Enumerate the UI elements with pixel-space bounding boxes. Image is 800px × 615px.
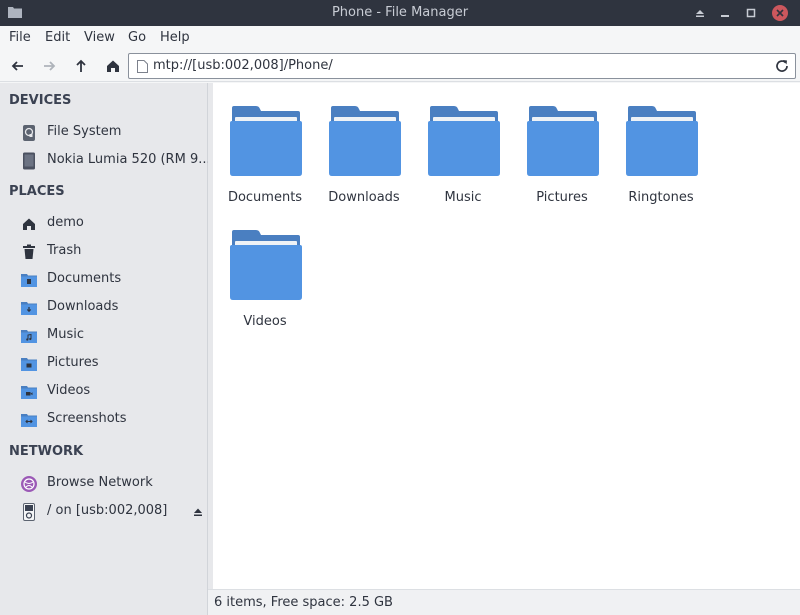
folder-label: Music <box>444 190 482 205</box>
sidebar-item-label: Screenshots <box>47 411 127 426</box>
network-heading: NETWORK <box>9 444 84 459</box>
close-button[interactable] <box>772 5 788 21</box>
menu-help[interactable]: Help <box>160 30 190 45</box>
status-text: 6 items, Free space: 2.5 GB <box>214 595 393 610</box>
folder-tile[interactable]: Pictures <box>512 86 612 205</box>
menu-edit[interactable]: Edit <box>45 30 70 45</box>
sidebar-item-downloads[interactable]: Downloads <box>0 295 207 321</box>
sidebar-item-usb-mount[interactable]: / on [usb:002,008] <box>0 499 207 525</box>
up-button[interactable] <box>70 55 92 77</box>
menu-go[interactable]: Go <box>128 30 146 45</box>
sidebar-item-screenshots[interactable]: Screenshots <box>0 407 207 433</box>
sidebar: DEVICES File System Nokia Lumia 520 (RM … <box>0 83 211 615</box>
folder-icon <box>428 106 500 176</box>
document-icon <box>137 60 148 73</box>
menu-bar: File Edit View Go Help <box>0 26 800 50</box>
folder-icon <box>329 106 401 176</box>
folder-tile[interactable]: Videos <box>215 210 315 329</box>
folder-music-icon <box>21 330 37 343</box>
status-bar: 6 items, Free space: 2.5 GB <box>208 589 800 615</box>
sidebar-item-pictures[interactable]: Pictures <box>0 351 207 377</box>
sidebar-item-documents[interactable]: Documents <box>0 267 207 293</box>
menu-file[interactable]: File <box>9 30 31 45</box>
close-icon <box>776 9 784 17</box>
location-path[interactable]: mtp://[usb:002,008]/Phone/ <box>153 58 333 73</box>
sidebar-item-videos[interactable]: Videos <box>0 379 207 405</box>
phone-icon <box>23 152 35 170</box>
sidebar-item-label: Documents <box>47 271 122 286</box>
title-bar[interactable]: Phone - File Manager <box>0 0 800 26</box>
folder-icon <box>626 106 698 176</box>
shade-icon[interactable] <box>692 5 708 21</box>
window-title: Phone - File Manager <box>331 5 469 20</box>
folder-view: Documents Downloads Music Pictures Ringt… <box>213 83 800 589</box>
sidebar-item-label: Downloads <box>47 299 119 314</box>
reload-icon[interactable] <box>773 57 791 75</box>
sidebar-item-label: Pictures <box>47 355 99 370</box>
sidebar-item-label: Browse Network <box>47 475 153 490</box>
trash-icon <box>23 244 35 259</box>
folder-label: Ringtones <box>628 190 694 205</box>
arrow-right-icon <box>44 61 56 71</box>
home-icon <box>23 218 35 230</box>
network-icon <box>21 476 37 492</box>
forward-button[interactable] <box>38 55 60 77</box>
menu-view[interactable]: View <box>84 30 115 45</box>
arrow-up-icon <box>76 59 86 72</box>
folder-tile[interactable]: Documents <box>215 86 315 205</box>
arrow-left-icon <box>11 61 23 71</box>
sidebar-item-label: Videos <box>47 383 91 398</box>
sidebar-item-label: / on [usb:002,008] <box>47 503 168 518</box>
sidebar-item-label: Trash <box>47 243 82 258</box>
folder-downloads-icon <box>21 302 37 315</box>
folder-tile[interactable]: Downloads <box>314 86 414 205</box>
maximize-icon[interactable] <box>743 5 759 21</box>
sidebar-item-music[interactable]: Music <box>0 323 207 349</box>
folder-icon <box>230 230 302 300</box>
location-bar[interactable]: mtp://[usb:002,008]/Phone/ <box>128 53 796 79</box>
home-button[interactable] <box>102 55 124 77</box>
sidebar-item-file-system[interactable]: File System <box>0 120 207 146</box>
devices-heading: DEVICES <box>9 93 72 108</box>
sidebar-item-nokia-lumia[interactable]: Nokia Lumia 520 (RM 9... <box>0 148 211 174</box>
folder-icon <box>230 106 302 176</box>
folder-icon <box>527 106 599 176</box>
sidebar-item-label: Nokia Lumia 520 (RM 9... <box>47 152 211 167</box>
eject-icon[interactable] <box>193 507 203 517</box>
places-heading: PLACES <box>9 184 65 199</box>
sidebar-item-demo[interactable]: demo <box>0 211 207 237</box>
folder-tile[interactable]: Music <box>413 86 513 205</box>
file-manager-window: Phone - File Manager File Edit View Go H… <box>0 0 800 615</box>
sidebar-item-label: demo <box>47 215 84 230</box>
folder-videos-icon <box>21 386 37 399</box>
folder-screenshots-icon <box>21 414 37 427</box>
folder-pictures-icon <box>21 358 37 371</box>
folder-label: Documents <box>227 190 303 205</box>
folder-tile[interactable]: Ringtones <box>611 86 711 205</box>
home-icon <box>107 60 119 72</box>
folder-label: Pictures <box>536 190 588 205</box>
sidebar-item-label: File System <box>47 124 122 139</box>
media-player-icon <box>23 503 35 521</box>
folder-label: Downloads <box>328 190 400 205</box>
folder-documents-icon <box>21 274 37 287</box>
disk-icon <box>23 125 35 141</box>
folder-label: Videos <box>243 314 287 329</box>
sidebar-item-trash[interactable]: Trash <box>0 239 207 265</box>
back-button[interactable] <box>7 55 29 77</box>
sidebar-item-label: Music <box>47 327 84 342</box>
minimize-icon[interactable] <box>717 5 733 21</box>
sidebar-item-browse-network[interactable]: Browse Network <box>0 471 207 497</box>
